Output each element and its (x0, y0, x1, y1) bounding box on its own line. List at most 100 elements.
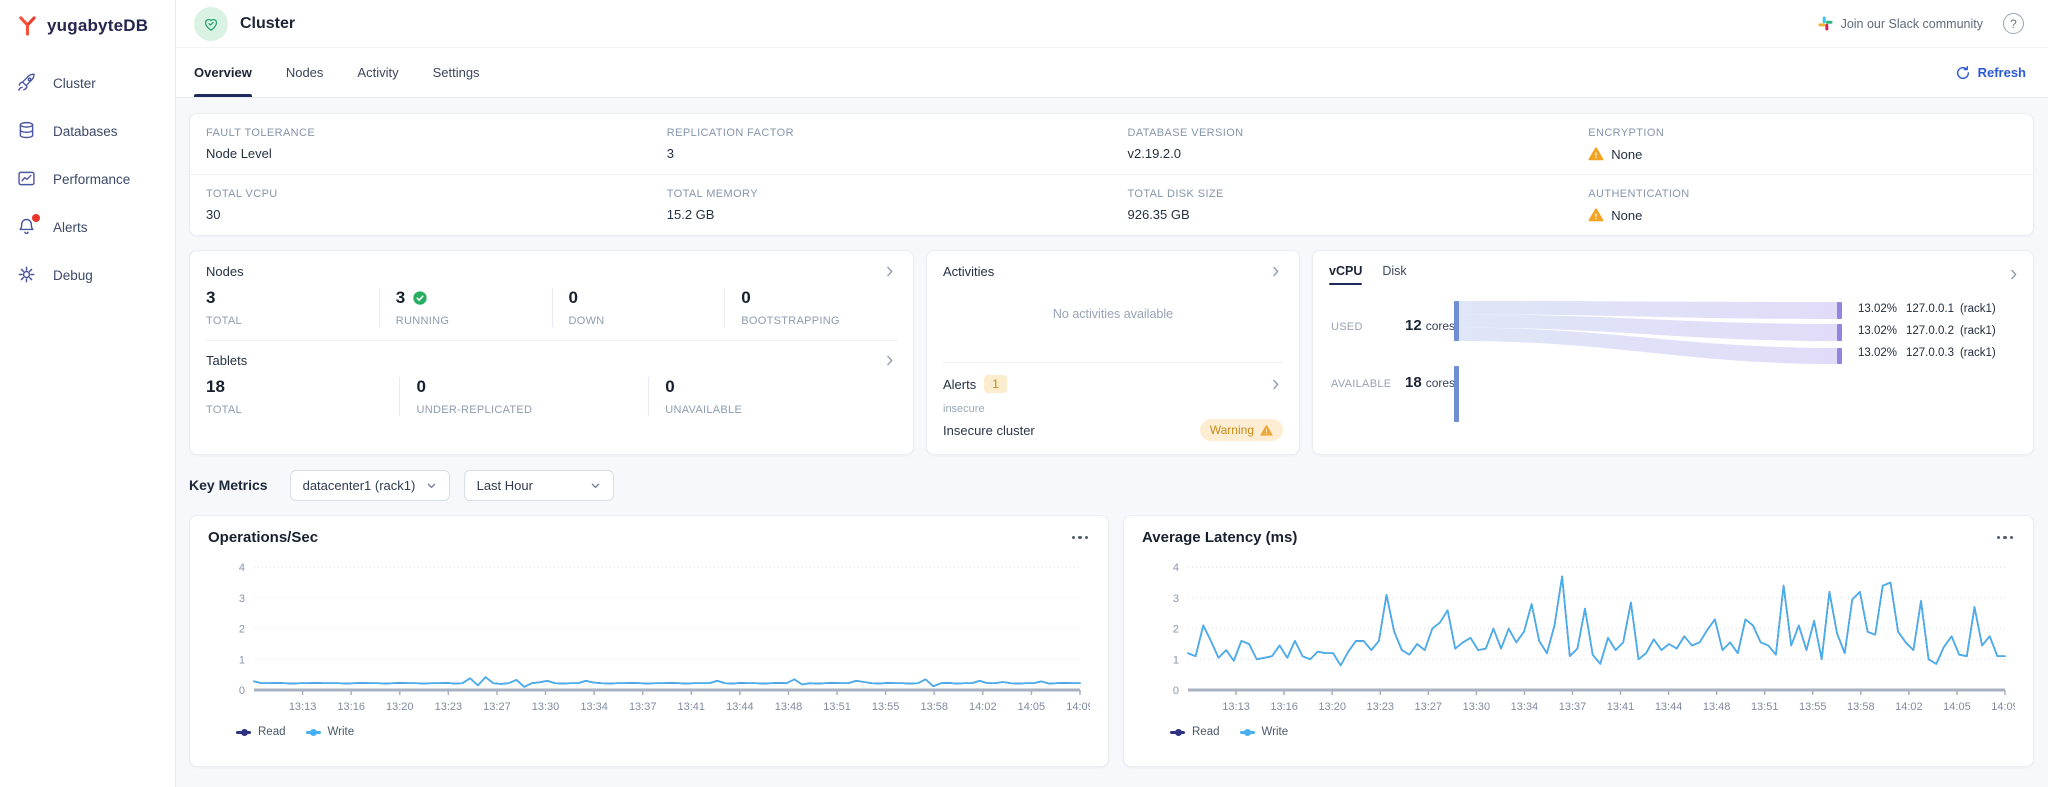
svg-text:0: 0 (1173, 685, 1179, 697)
summary-label: REPLICATION FACTOR (667, 127, 1096, 139)
usage-card: vCPU Disk USED12cores AVAILABLE18cores (1312, 250, 2034, 455)
svg-text:14:05: 14:05 (1943, 701, 1971, 713)
summary-total-disk-size: TOTAL DISK SIZE 926.35 GB (1112, 175, 1573, 235)
summary-value: 15.2 GB (667, 207, 715, 222)
chevron-right-icon[interactable] (1268, 377, 1283, 392)
sidebar-item-label: Cluster (53, 76, 96, 91)
svg-text:14:05: 14:05 (1018, 701, 1046, 713)
page-title: Cluster (240, 15, 295, 33)
svg-text:13:37: 13:37 (629, 701, 657, 713)
svg-text:13:27: 13:27 (1415, 701, 1443, 713)
yugabyte-logo-icon (16, 14, 39, 37)
warning-icon (1260, 424, 1273, 437)
svg-text:13:34: 13:34 (580, 701, 608, 713)
stat-tablets-total: 18 TOTAL (206, 377, 399, 416)
help-icon[interactable]: ? (2003, 13, 2024, 34)
tab-settings[interactable]: Settings (433, 48, 480, 97)
sidebar-item-label: Debug (53, 268, 93, 283)
tab-disk[interactable]: Disk (1382, 264, 1406, 285)
time-range-value: Last Hour (477, 478, 533, 493)
check-circle-icon (412, 290, 428, 306)
key-metrics-title: Key Metrics (189, 477, 268, 493)
alert-row[interactable]: Insecure cluster Warning (943, 419, 1283, 441)
key-metrics-bar: Key Metrics datacenter1 (rack1) Last Hou… (189, 469, 2034, 501)
svg-text:13:58: 13:58 (1847, 701, 1875, 713)
app-root: yugabyteDB Cluster (0, 0, 2048, 787)
bell-icon (16, 216, 38, 238)
content: FAULT TOLERANCE Node Level REPLICATION F… (176, 98, 2048, 787)
caret-down-icon (588, 478, 603, 493)
slack-link-label: Join our Slack community (1841, 17, 1983, 31)
sidebar-item-label: Databases (53, 124, 118, 139)
summary-label: DATABASE VERSION (1128, 127, 1557, 139)
performance-icon (16, 168, 38, 190)
summary-value: Node Level (206, 146, 272, 161)
summary-replication-factor: REPLICATION FACTOR 3 (651, 114, 1112, 175)
svg-text:13:48: 13:48 (775, 701, 803, 713)
tab-vcpu[interactable]: vCPU (1329, 264, 1362, 285)
activities-alerts-card: Activities No activities available Alert… (926, 250, 1300, 455)
refresh-label: Refresh (1978, 65, 2026, 80)
summary-value: None (1611, 147, 1642, 162)
tab-overview[interactable]: Overview (194, 48, 252, 97)
svg-text:13:48: 13:48 (1703, 701, 1731, 713)
summary-value: None (1611, 208, 1642, 223)
tab-activity[interactable]: Activity (357, 48, 398, 97)
latency-line-chart: 1234013:1313:1613:2013:2313:2713:3013:34… (1142, 550, 2015, 722)
usage-node-row: 13.02%127.0.0.3(rack1) (1858, 347, 1996, 359)
svg-text:14:02: 14:02 (969, 701, 997, 713)
sidebar-item-performance[interactable]: Performance (0, 155, 175, 203)
svg-text:13:20: 13:20 (1318, 701, 1346, 713)
svg-text:13:58: 13:58 (920, 701, 948, 713)
nodes-panel-title: Nodes (206, 264, 244, 279)
used-row: USED12cores (1331, 317, 1455, 335)
stat-tablets-unavailable: 0 UNAVAILABLE (648, 377, 897, 416)
svg-text:4: 4 (239, 562, 245, 574)
chevron-right-icon[interactable] (882, 264, 897, 279)
svg-text:2: 2 (1173, 624, 1179, 636)
sidebar-item-debug[interactable]: Debug (0, 251, 175, 299)
summary-value: v2.19.2.0 (1128, 146, 1182, 161)
svg-text:13:23: 13:23 (435, 701, 463, 713)
topbar: Cluster Join our Slack community ? (176, 0, 2048, 48)
warning-icon (1588, 146, 1604, 162)
alert-name: Insecure cluster (943, 423, 1035, 438)
svg-text:13:16: 13:16 (337, 701, 365, 713)
read-series-marker (236, 731, 251, 734)
summary-authentication: AUTHENTICATION None (1572, 175, 2033, 235)
svg-text:13:16: 13:16 (1270, 701, 1298, 713)
chevron-right-icon[interactable] (882, 353, 897, 368)
more-menu-icon[interactable] (1070, 532, 1091, 544)
summary-label: TOTAL VCPU (206, 188, 635, 200)
warning-icon (1588, 207, 1604, 223)
logo-text: yugabyteDB (47, 16, 148, 36)
tablets-panel-title: Tablets (206, 353, 247, 368)
sidebar-item-alerts[interactable]: Alerts (0, 203, 175, 251)
refresh-button[interactable]: Refresh (1955, 65, 2026, 81)
summary-total-memory: TOTAL MEMORY 15.2 GB (651, 175, 1112, 235)
stat-tablets-under-replicated: 0 UNDER-REPLICATED (399, 377, 648, 416)
sidebar-nav: Cluster Databases (0, 59, 175, 299)
tab-nodes[interactable]: Nodes (286, 48, 324, 97)
time-range-select[interactable]: Last Hour (464, 470, 614, 501)
gear-icon (16, 264, 38, 286)
svg-text:13:44: 13:44 (1655, 701, 1683, 713)
slack-community-link[interactable]: Join our Slack community (1818, 16, 1983, 31)
svg-text:13:41: 13:41 (1607, 701, 1635, 713)
alerts-count-badge: 1 (984, 375, 1007, 393)
summary-label: FAULT TOLERANCE (206, 127, 635, 139)
svg-text:13:13: 13:13 (1222, 701, 1250, 713)
sidebar-item-label: Alerts (53, 220, 88, 235)
chevron-right-icon[interactable] (1268, 264, 1283, 279)
summary-label: TOTAL DISK SIZE (1128, 188, 1557, 200)
summary-label: TOTAL MEMORY (667, 188, 1096, 200)
database-icon (16, 120, 38, 142)
region-filter-select[interactable]: datacenter1 (rack1) (290, 470, 450, 501)
chevron-right-icon[interactable] (2006, 267, 2021, 282)
sidebar-item-databases[interactable]: Databases (0, 107, 175, 155)
more-menu-icon[interactable] (1995, 532, 2016, 544)
operations-line-chart: 1234013:1313:1613:2013:2313:2713:3013:34… (208, 550, 1090, 722)
svg-text:13:23: 13:23 (1366, 701, 1394, 713)
svg-text:4: 4 (1173, 562, 1179, 574)
sidebar-item-cluster[interactable]: Cluster (0, 59, 175, 107)
